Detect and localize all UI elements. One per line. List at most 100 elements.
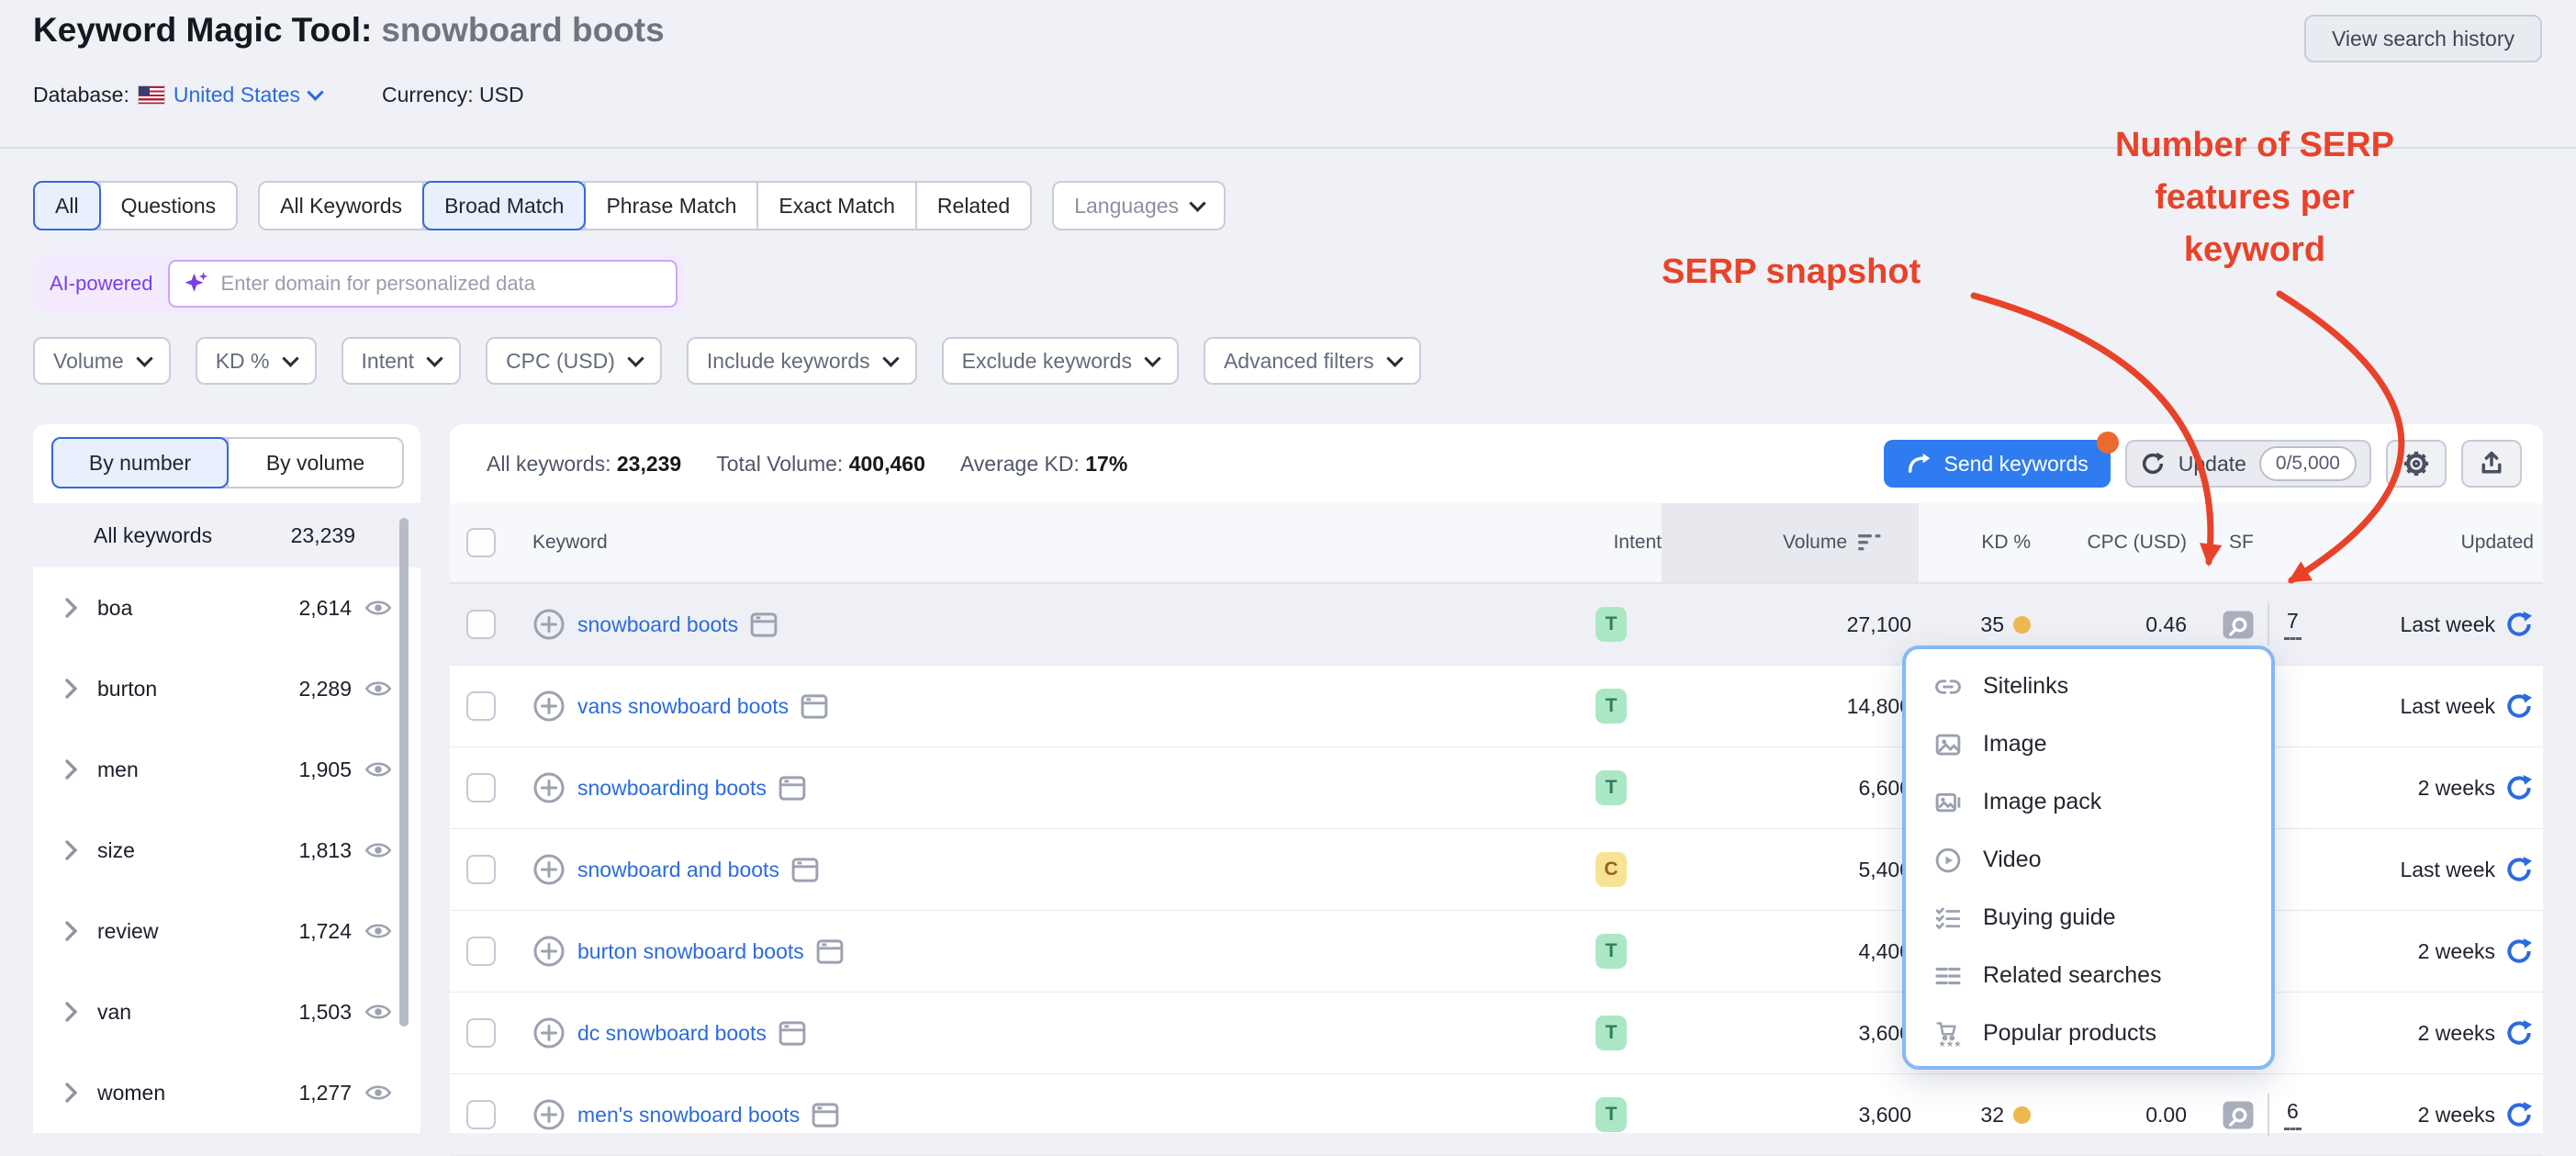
keyword-link[interactable]: men's snowboard boots	[577, 1103, 800, 1128]
sort-descending-icon[interactable]	[1858, 533, 1882, 553]
serp-snapshot-icon[interactable]	[2222, 1100, 2255, 1130]
tab-exact-match[interactable]: Exact Match	[758, 183, 917, 229]
eye-icon[interactable]	[364, 1003, 392, 1021]
column-header-kd[interactable]: KD %	[1981, 532, 2031, 554]
row-checkbox[interactable]	[466, 855, 496, 884]
chevron-right-icon[interactable]	[64, 597, 79, 619]
serp-window-icon[interactable]	[816, 939, 844, 964]
tab-phrase-match[interactable]: Phrase Match	[586, 183, 758, 229]
database-select[interactable]: United States	[174, 83, 300, 107]
serp-window-icon[interactable]	[812, 1103, 839, 1128]
popup-item-related-searches[interactable]: Related searches	[1906, 947, 2271, 1004]
chevron-right-icon[interactable]	[64, 1082, 79, 1104]
tab-questions[interactable]: Questions	[101, 183, 237, 229]
add-keyword-icon[interactable]	[532, 1098, 566, 1131]
popup-item-sitelinks[interactable]: Sitelinks	[1906, 657, 2271, 715]
sidebar-group-burton[interactable]: burton 2,289	[33, 648, 420, 729]
sidebar-all-keywords-row[interactable]: All keywords 23,239	[33, 503, 420, 567]
popup-item-popular-products[interactable]: ★★★ Popular products	[1906, 1004, 2271, 1062]
serp-window-icon[interactable]	[791, 858, 819, 882]
serp-features-count[interactable]: 6	[2284, 1099, 2302, 1130]
popup-item-buying-guide[interactable]: Buying guide	[1906, 889, 2271, 947]
export-button[interactable]	[2461, 440, 2522, 488]
domain-input[interactable]: Enter domain for personalized data	[168, 260, 678, 308]
add-keyword-icon[interactable]	[532, 853, 566, 886]
filter-kd[interactable]: KD %	[196, 337, 317, 385]
popup-item-image[interactable]: Image	[1906, 715, 2271, 773]
refresh-icon[interactable]	[2504, 773, 2534, 802]
refresh-icon[interactable]	[2504, 1100, 2534, 1129]
chevron-right-icon[interactable]	[64, 678, 79, 700]
keyword-link[interactable]: snowboard and boots	[577, 858, 779, 882]
eye-icon[interactable]	[364, 760, 392, 779]
popup-item-image-pack[interactable]: Image pack	[1906, 773, 2271, 831]
add-keyword-icon[interactable]	[532, 1016, 566, 1049]
column-header-intent[interactable]: Intent	[1613, 532, 1662, 554]
popup-item-video[interactable]: Video	[1906, 831, 2271, 889]
filter-include-keywords[interactable]: Include keywords	[687, 337, 917, 385]
select-all-checkbox[interactable]	[466, 528, 496, 557]
eye-icon[interactable]	[364, 599, 392, 617]
sidebar-group-van[interactable]: van 1,503	[33, 971, 420, 1052]
sidebar-group-boa[interactable]: boa 2,614	[33, 567, 420, 648]
row-checkbox[interactable]	[466, 691, 496, 721]
chevron-right-icon[interactable]	[64, 920, 79, 942]
serp-window-icon[interactable]	[750, 612, 778, 637]
row-checkbox[interactable]	[466, 1100, 496, 1129]
chevron-right-icon[interactable]	[64, 839, 79, 861]
chevron-right-icon[interactable]	[64, 758, 79, 780]
view-search-history-button[interactable]: View search history	[2304, 15, 2542, 62]
refresh-icon[interactable]	[2504, 855, 2534, 884]
sidebar-group-size[interactable]: size 1,813	[33, 810, 420, 891]
column-header-updated[interactable]: Updated	[2461, 532, 2534, 554]
languages-dropdown[interactable]: Languages	[1052, 181, 1226, 230]
row-checkbox[interactable]	[466, 937, 496, 966]
refresh-icon[interactable]	[2504, 691, 2534, 721]
serp-window-icon[interactable]	[778, 776, 806, 801]
settings-button[interactable]	[2386, 440, 2447, 488]
serp-window-icon[interactable]	[778, 1021, 806, 1046]
tab-by-number[interactable]: By number	[53, 439, 229, 487]
sidebar-group-women[interactable]: women 1,277	[33, 1052, 420, 1133]
row-checkbox[interactable]	[466, 1018, 496, 1048]
tab-by-volume[interactable]: By volume	[229, 439, 402, 487]
filter-volume[interactable]: Volume	[33, 337, 171, 385]
filter-intent[interactable]: Intent	[342, 337, 462, 385]
refresh-icon[interactable]	[2504, 610, 2534, 639]
row-checkbox[interactable]	[466, 773, 496, 802]
column-header-sf[interactable]: SF	[2229, 532, 2254, 554]
serp-snapshot-icon[interactable]	[2222, 610, 2255, 640]
add-keyword-icon[interactable]	[532, 690, 566, 723]
column-header-cpc[interactable]: CPC (USD)	[2088, 532, 2188, 554]
refresh-icon[interactable]	[2504, 1018, 2534, 1048]
filter-exclude-keywords[interactable]: Exclude keywords	[942, 337, 1179, 385]
chevron-down-icon[interactable]	[307, 84, 323, 100]
sidebar-scrollbar[interactable]	[399, 518, 409, 1027]
tab-related[interactable]: Related	[917, 183, 1030, 229]
eye-icon[interactable]	[364, 841, 392, 859]
add-keyword-icon[interactable]	[532, 608, 566, 641]
filter-cpc[interactable]: CPC (USD)	[486, 337, 662, 385]
chevron-right-icon[interactable]	[64, 1001, 79, 1023]
sidebar-group-review[interactable]: review 1,724	[33, 891, 420, 971]
refresh-icon[interactable]	[2504, 937, 2534, 966]
update-button[interactable]: Update 0/5,000	[2125, 440, 2371, 488]
tab-all-keywords[interactable]: All Keywords	[260, 183, 424, 229]
column-header-keyword[interactable]: Keyword	[532, 532, 608, 554]
add-keyword-icon[interactable]	[532, 935, 566, 968]
keyword-link[interactable]: dc snowboard boots	[577, 1021, 767, 1046]
add-keyword-icon[interactable]	[532, 771, 566, 804]
keyword-link[interactable]: snowboard boots	[577, 612, 738, 637]
tab-broad-match[interactable]: Broad Match	[424, 183, 586, 229]
eye-icon[interactable]	[364, 922, 392, 940]
keyword-link[interactable]: snowboarding boots	[577, 776, 767, 801]
eye-icon[interactable]	[364, 1083, 392, 1102]
row-checkbox[interactable]	[466, 610, 496, 639]
keyword-link[interactable]: burton snowboard boots	[577, 939, 804, 964]
serp-features-count[interactable]: 7	[2284, 609, 2302, 640]
keyword-link[interactable]: vans snowboard boots	[577, 694, 789, 719]
column-header-volume[interactable]: Volume	[1783, 532, 1847, 554]
eye-icon[interactable]	[364, 679, 392, 698]
send-keywords-button[interactable]: Send keywords	[1884, 440, 2111, 488]
tab-all[interactable]: All	[35, 183, 101, 229]
